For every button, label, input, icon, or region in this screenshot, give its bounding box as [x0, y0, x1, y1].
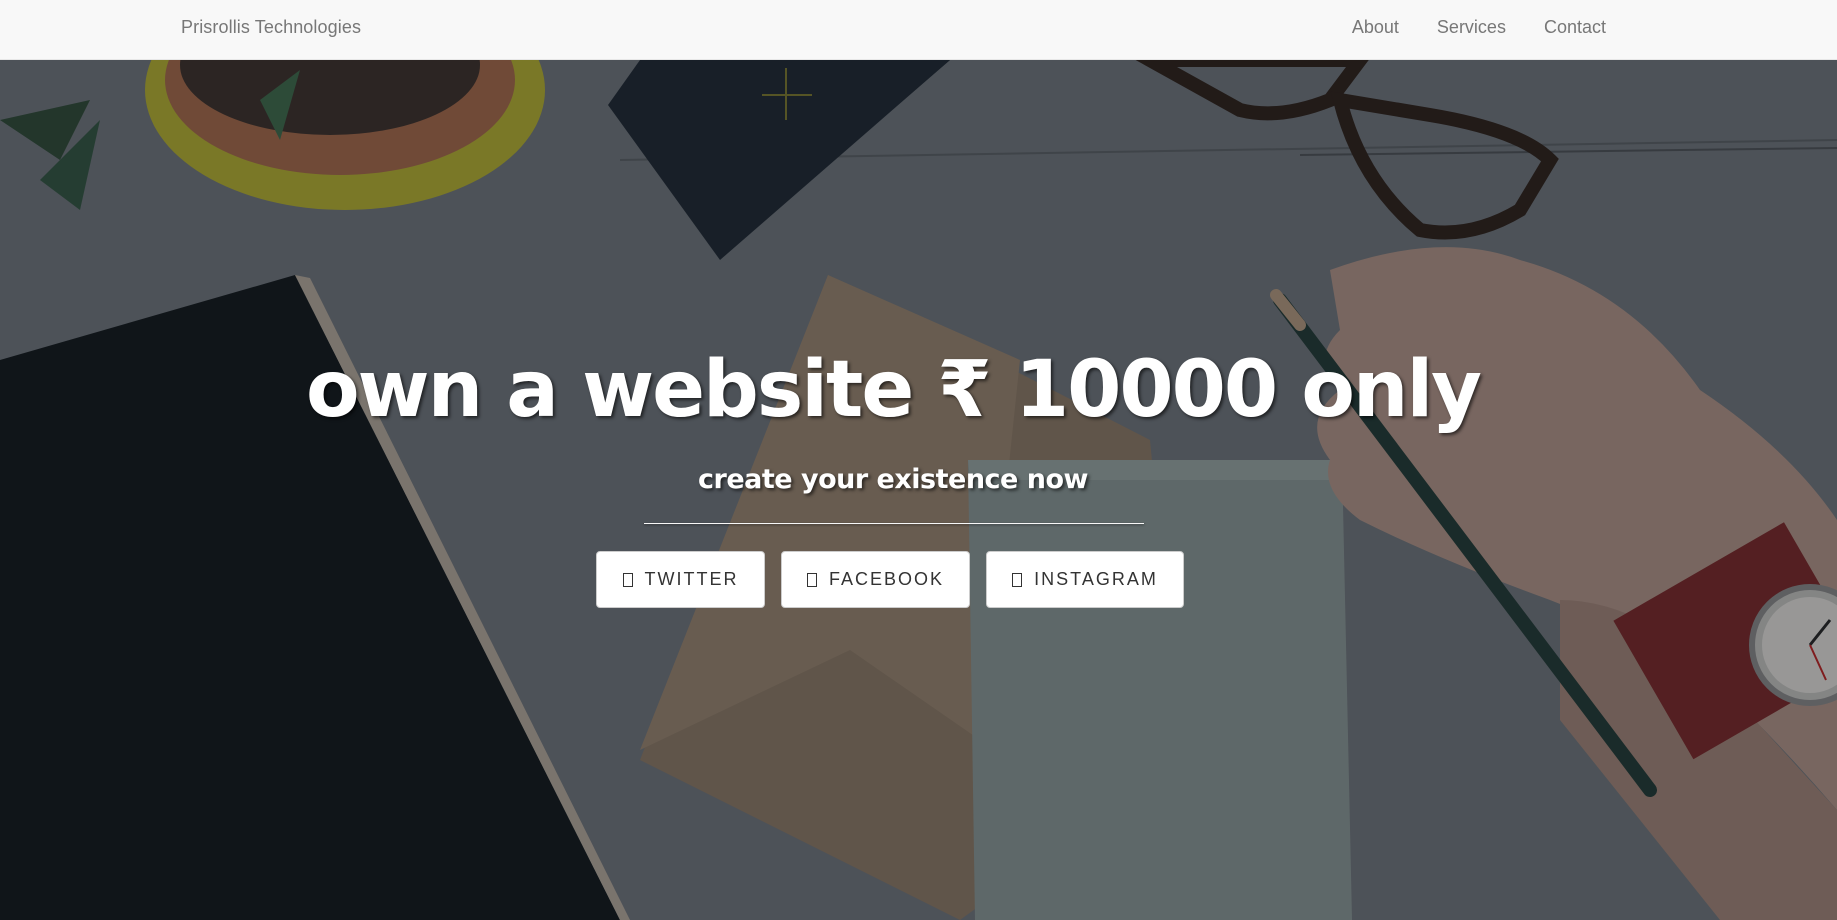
hero-headline: own a website ₹ 10000 only — [305, 345, 1482, 435]
instagram-button[interactable]: INSTAGRAM — [986, 551, 1184, 608]
instagram-button-label: INSTAGRAM — [1034, 569, 1158, 589]
hero-divider — [644, 523, 1144, 524]
nav-link-services[interactable]: Services — [1418, 17, 1525, 38]
hero-subheadline: create your existence now — [698, 464, 1088, 495]
facebook-icon — [806, 572, 817, 587]
nav-link-contact[interactable]: Contact — [1525, 17, 1606, 38]
twitter-icon — [622, 572, 633, 587]
instagram-icon — [1012, 572, 1023, 587]
navbar: Prisrollis Technologies About Services C… — [0, 0, 1837, 60]
brand-link[interactable]: Prisrollis Technologies — [181, 17, 361, 38]
social-buttons: TWITTER FACEBOOK INSTAGRAM — [596, 551, 1184, 608]
twitter-button-label: TWITTER — [644, 569, 739, 589]
facebook-button-label: FACEBOOK — [828, 569, 945, 589]
nav-link-about[interactable]: About — [1333, 17, 1418, 38]
twitter-button[interactable]: TWITTER — [596, 551, 765, 608]
facebook-button[interactable]: FACEBOOK — [781, 551, 970, 608]
hero-section: own a website ₹ 10000 only create your e… — [0, 60, 1837, 920]
nav-links: About Services Contact — [1333, 17, 1606, 38]
